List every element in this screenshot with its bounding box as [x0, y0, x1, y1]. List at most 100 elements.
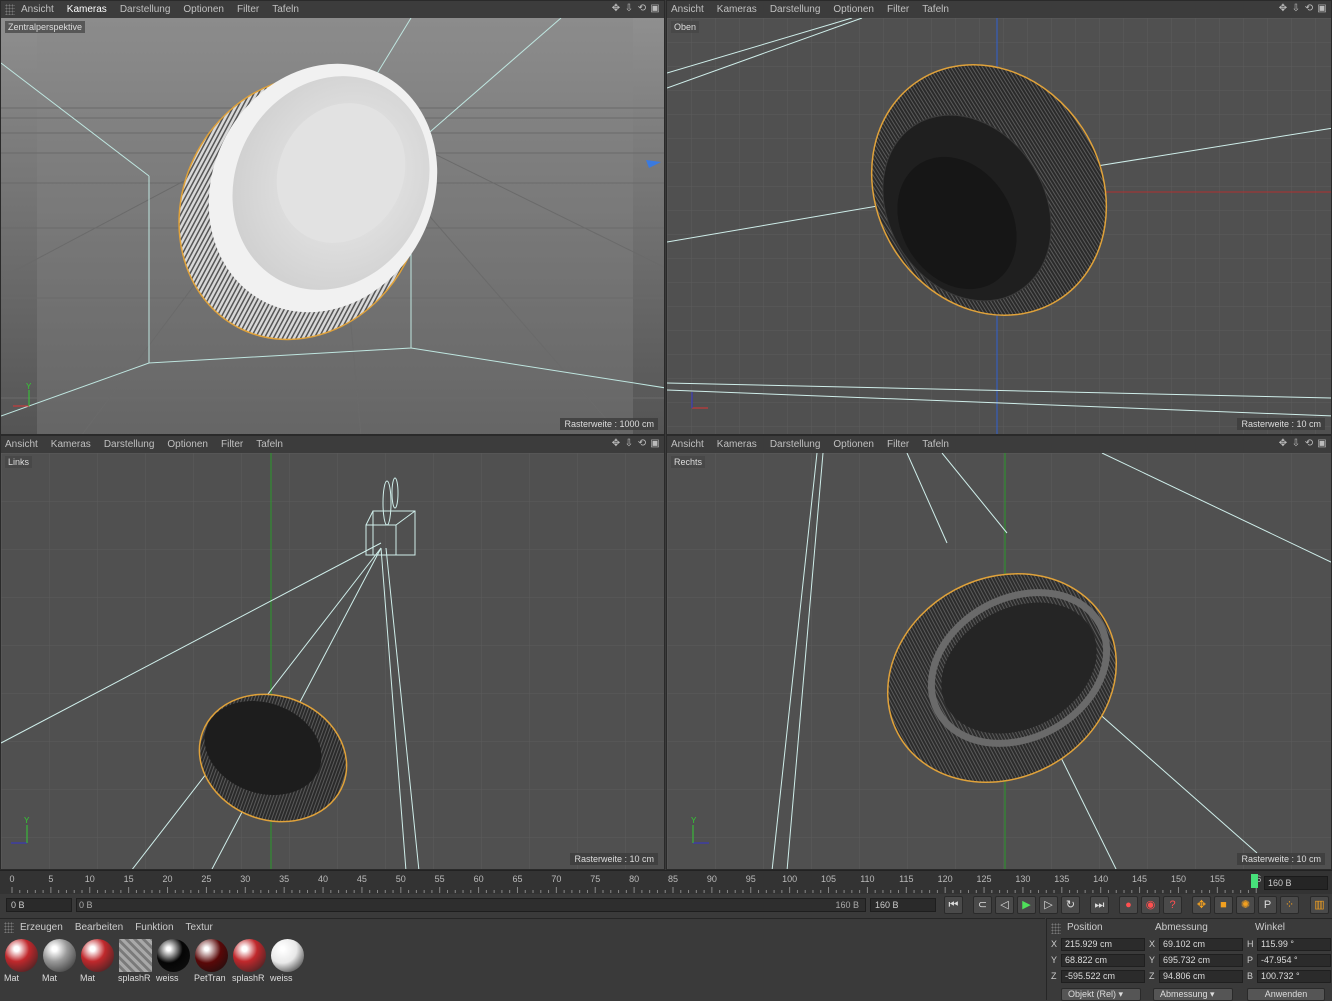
pan-icon[interactable]: ✥ [1278, 437, 1288, 450]
maximize-icon[interactable]: ▣ [650, 2, 660, 15]
viewport-camera-label[interactable]: Zentralperspektive [5, 21, 86, 33]
perspective-scene[interactable]: Y [1, 18, 665, 435]
move-icon[interactable]: ✥ [1192, 896, 1211, 914]
menu-textur[interactable]: Textur [186, 922, 213, 933]
material-swatch[interactable]: PetTran [193, 937, 230, 983]
max-frame-field[interactable]: 160 B [870, 898, 936, 912]
menu-ansicht[interactable]: Ansicht [671, 439, 704, 450]
pan-icon[interactable]: ✥ [611, 2, 621, 15]
step-back-icon[interactable]: ◁ [995, 896, 1014, 914]
dolly-icon[interactable]: ⇩ [1291, 437, 1301, 450]
menu-filter[interactable]: Filter [237, 4, 259, 15]
grip-icon[interactable] [1051, 923, 1061, 934]
rotate-view-icon[interactable]: ⟲ [1304, 437, 1314, 450]
coordinate-mode-dropdown[interactable]: Objekt (Rel) ▾ [1061, 988, 1141, 1001]
grip-icon[interactable] [4, 922, 14, 933]
menu-ansicht[interactable]: Ansicht [21, 4, 54, 15]
menu-tafeln[interactable]: Tafeln [272, 4, 299, 15]
viewport-perspective[interactable]: Ansicht Kameras Darstellung Optionen Fil… [0, 0, 665, 435]
size-mode-dropdown[interactable]: Abmessung ▾ [1153, 988, 1233, 1001]
menu-ansicht[interactable]: Ansicht [5, 439, 38, 450]
material-swatch[interactable]: weiss [155, 937, 192, 983]
rotate-view-icon[interactable]: ⟲ [637, 437, 647, 450]
filmstrip-icon[interactable]: ▥ [1310, 896, 1329, 914]
position-x-field[interactable]: 215.929 cm [1061, 938, 1145, 951]
viewport-right[interactable]: Ansicht Kameras Darstellung Optionen Fil… [666, 435, 1332, 870]
menu-filter[interactable]: Filter [887, 439, 909, 450]
record-icon[interactable]: ● [1119, 896, 1138, 914]
play-icon[interactable]: ▶ [1017, 896, 1036, 914]
position-y-field[interactable]: 68.822 cm [1061, 954, 1145, 967]
menu-filter[interactable]: Filter [887, 4, 909, 15]
current-frame-marker[interactable] [1251, 874, 1258, 888]
grip-icon[interactable] [5, 4, 15, 15]
material-swatch[interactable]: weiss [269, 937, 306, 983]
apply-button[interactable]: Anwenden [1247, 988, 1325, 1001]
right-scene[interactable]: Y [667, 453, 1332, 870]
menu-optionen[interactable]: Optionen [833, 4, 874, 15]
loop-icon[interactable]: ↻ [1061, 896, 1080, 914]
maximize-icon[interactable]: ▣ [1317, 437, 1327, 450]
menu-tafeln[interactable]: Tafeln [922, 439, 949, 450]
menu-optionen[interactable]: Optionen [833, 439, 874, 450]
timeline[interactable]: 0 5 10 15 20 25 30 35 40 45 50 55 60 65 70 75 80 85 90 95 10… [0, 870, 1332, 894]
menu-erzeugen[interactable]: Erzeugen [20, 922, 63, 933]
maximize-icon[interactable]: ▣ [1317, 2, 1327, 15]
menu-darstellung[interactable]: Darstellung [120, 4, 171, 15]
menu-optionen[interactable]: Optionen [167, 439, 208, 450]
menu-optionen[interactable]: Optionen [183, 4, 224, 15]
menu-kameras[interactable]: Kameras [51, 439, 91, 450]
viewport-left[interactable]: Ansicht Kameras Darstellung Optionen Fil… [0, 435, 665, 870]
rotation-p-field[interactable]: -47.954 ° [1257, 954, 1331, 967]
viewport-camera-label[interactable]: Rechts [671, 456, 706, 468]
dolly-icon[interactable]: ⇩ [1291, 2, 1301, 15]
autokey-icon[interactable]: ◉ [1141, 896, 1160, 914]
pan-icon[interactable]: ✥ [1278, 2, 1288, 15]
size-x-field[interactable]: 69.102 cm [1159, 938, 1243, 951]
dolly-icon[interactable]: ⇩ [624, 2, 634, 15]
position-z-field[interactable]: -595.522 cm [1061, 970, 1145, 983]
grid-icon[interactable]: ⁘ [1280, 896, 1299, 914]
material-swatch[interactable]: splashR [231, 937, 268, 983]
param-icon[interactable]: P [1258, 896, 1277, 914]
dolly-icon[interactable]: ⇩ [624, 437, 634, 450]
menu-darstellung[interactable]: Darstellung [770, 439, 821, 450]
menu-bearbeiten[interactable]: Bearbeiten [75, 922, 123, 933]
material-swatch[interactable]: splashR [117, 937, 154, 983]
current-frame-field[interactable]: 0 B [6, 898, 72, 912]
size-z-field[interactable]: 94.806 cm [1159, 970, 1243, 983]
menu-filter[interactable]: Filter [221, 439, 243, 450]
left-scene[interactable]: Y [1, 453, 665, 870]
viewport-camera-label[interactable]: Links [5, 456, 33, 468]
rotation-h-field[interactable]: 115.99 ° [1257, 938, 1331, 951]
material-swatch[interactable]: Mat [41, 937, 78, 983]
menu-funktion[interactable]: Funktion [135, 922, 173, 933]
rotate-icon[interactable]: ✺ [1236, 896, 1255, 914]
menu-tafeln[interactable]: Tafeln [922, 4, 949, 15]
rotate-view-icon[interactable]: ⟲ [637, 2, 647, 15]
frame-range-slider[interactable]: 0 B 160 B [76, 898, 866, 912]
menu-tafeln[interactable]: Tafeln [256, 439, 283, 450]
step-forward-icon[interactable]: ▷ [1039, 896, 1058, 914]
material-swatch[interactable]: Mat [3, 937, 40, 983]
top-scene[interactable] [667, 18, 1332, 435]
maximize-icon[interactable]: ▣ [650, 437, 660, 450]
end-frame-field[interactable]: 160 B [1264, 876, 1328, 890]
menu-kameras[interactable]: Kameras [67, 4, 107, 15]
help-icon[interactable]: ? [1163, 896, 1182, 914]
viewport-camera-label[interactable]: Oben [671, 21, 700, 33]
prev-key-icon[interactable]: ⊂ [973, 896, 992, 914]
pan-icon[interactable]: ✥ [611, 437, 621, 450]
menu-ansicht[interactable]: Ansicht [671, 4, 704, 15]
go-end-icon[interactable]: ⏭ [1090, 896, 1109, 914]
scale-icon[interactable]: ■ [1214, 896, 1233, 914]
material-swatch[interactable]: Mat [79, 937, 116, 983]
viewport-top[interactable]: Ansicht Kameras Darstellung Optionen Fil… [666, 0, 1332, 435]
size-y-field[interactable]: 695.732 cm [1159, 954, 1243, 967]
go-start-icon[interactable]: ⏮ [944, 896, 963, 914]
menu-darstellung[interactable]: Darstellung [770, 4, 821, 15]
rotate-view-icon[interactable]: ⟲ [1304, 2, 1314, 15]
menu-kameras[interactable]: Kameras [717, 4, 757, 15]
rotation-b-field[interactable]: 100.732 ° [1257, 970, 1331, 983]
menu-kameras[interactable]: Kameras [717, 439, 757, 450]
